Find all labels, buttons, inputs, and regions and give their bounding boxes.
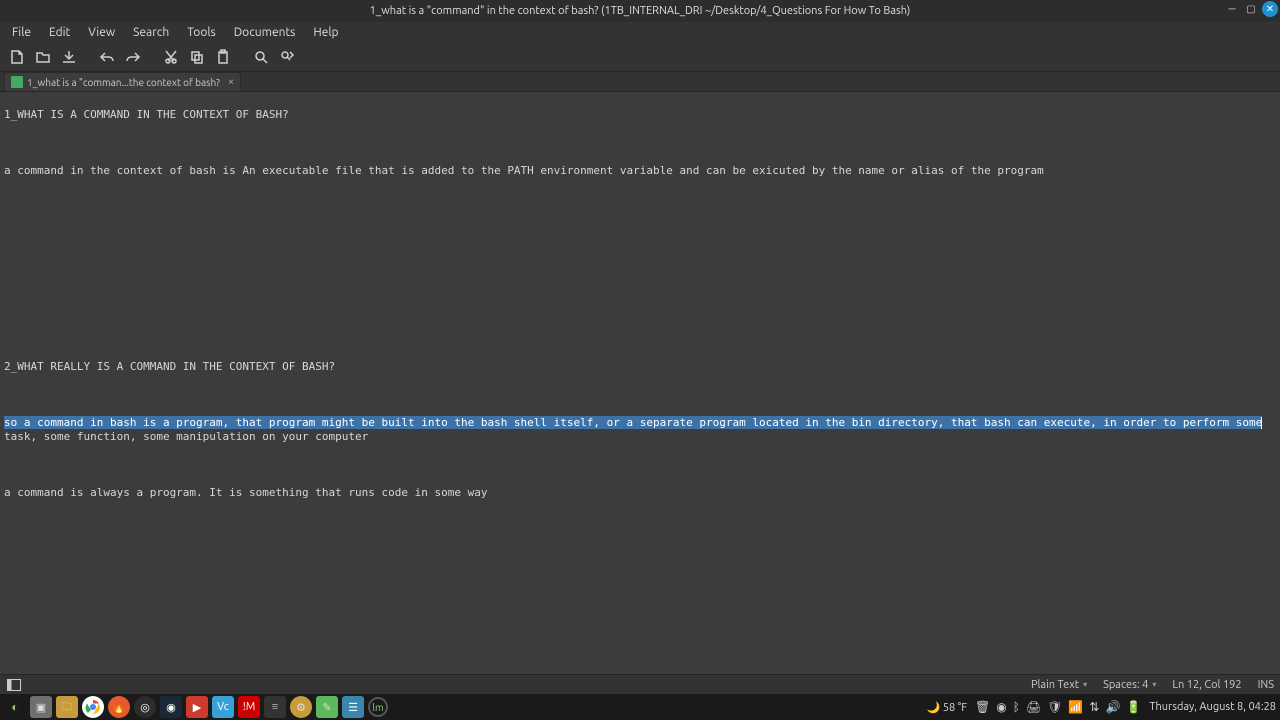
- app-youtube-icon[interactable]: ▶: [186, 696, 208, 718]
- document-statusbar: Plain Text▾ Spaces: 4▾ Ln 12, Col 192 IN…: [0, 674, 1280, 694]
- toolbar: [0, 42, 1280, 72]
- editor-line: a command is always a program. It is som…: [4, 486, 1276, 500]
- app-terminal-icon[interactable]: ▣: [30, 696, 52, 718]
- editor-line: [4, 192, 1276, 206]
- copy-icon[interactable]: [186, 46, 208, 68]
- shield-icon[interactable]: 🛡: [1047, 700, 1062, 714]
- editor-text: task, some function, some manipulation o…: [4, 430, 368, 443]
- editor-line: [4, 388, 1276, 402]
- text-caret: [1261, 417, 1262, 429]
- app-chrome-icon[interactable]: [82, 696, 104, 718]
- open-file-icon[interactable]: [32, 46, 54, 68]
- editor-line: 2_WHAT REALLY IS A COMMAND IN THE CONTEX…: [4, 360, 1276, 374]
- new-file-icon[interactable]: [6, 46, 28, 68]
- menu-tools[interactable]: Tools: [179, 24, 224, 41]
- cursor-position[interactable]: Ln 12, Col 192: [1172, 679, 1241, 691]
- redo-icon[interactable]: [122, 46, 144, 68]
- chevron-down-icon: ▾: [1083, 680, 1087, 689]
- app-settings-icon[interactable]: ⚙: [290, 696, 312, 718]
- wifi-icon[interactable]: 📶: [1068, 700, 1083, 714]
- close-button[interactable]: ✕: [1262, 1, 1278, 17]
- editor-line: [4, 220, 1276, 234]
- system-tray: 🗑 ◉ ᛒ 🖨 🛡 📶 ⇅ 🔊 🔋: [975, 700, 1141, 714]
- app-htop-icon[interactable]: ≡: [264, 696, 286, 718]
- app-nomachine-icon[interactable]: !M: [238, 696, 260, 718]
- editor-line: [4, 248, 1276, 262]
- app-editor-icon[interactable]: ✎: [316, 696, 338, 718]
- menu-edit[interactable]: Edit: [41, 24, 78, 41]
- menu-help[interactable]: Help: [305, 24, 346, 41]
- record-icon[interactable]: ◉: [996, 700, 1006, 714]
- weather-widget[interactable]: 🌙 58 °F: [927, 701, 968, 714]
- editor-line: [4, 136, 1276, 150]
- start-menu-icon[interactable]: ◐: [4, 696, 26, 718]
- printer-icon[interactable]: 🖨: [1026, 700, 1041, 714]
- document-tab[interactable]: 1_what is a "comman...the context of bas…: [4, 72, 241, 91]
- save-icon[interactable]: [58, 46, 80, 68]
- editor-line: [4, 332, 1276, 346]
- side-panel-toggle[interactable]: [6, 678, 22, 692]
- taskbar: ◐ ▣ 🗀 🔥 ◎ ◉ ▶ Vc !M ≡ ⚙ ✎ ☰ lm 🌙 58 °F 🗑…: [0, 694, 1280, 720]
- syntax-selector[interactable]: Plain Text▾: [1031, 679, 1087, 691]
- chevron-down-icon: ▾: [1152, 680, 1156, 689]
- window-titlebar: 1_what is a "command" in the context of …: [0, 0, 1280, 22]
- window-controls: ─ ▢ ✕: [1224, 1, 1278, 17]
- app-steam-icon[interactable]: ◉: [160, 696, 182, 718]
- app-vnc-icon[interactable]: Vc: [212, 696, 234, 718]
- app-firefox-icon[interactable]: 🔥: [108, 696, 130, 718]
- maximize-button[interactable]: ▢: [1243, 1, 1259, 17]
- battery-icon[interactable]: 🔋: [1126, 700, 1141, 714]
- app-mint-icon[interactable]: lm: [368, 697, 388, 717]
- editor-line: [4, 304, 1276, 318]
- network-icon[interactable]: ⇅: [1089, 700, 1099, 714]
- selected-text: so a command in bash is a program, that …: [4, 416, 1262, 429]
- paste-icon[interactable]: [212, 46, 234, 68]
- editor-line: a command in the context of bash is An e…: [4, 164, 1276, 178]
- menu-search[interactable]: Search: [125, 24, 177, 41]
- undo-icon[interactable]: [96, 46, 118, 68]
- trash-icon[interactable]: 🗑: [975, 700, 990, 714]
- insert-mode[interactable]: INS: [1258, 679, 1274, 691]
- minimize-button[interactable]: ─: [1224, 1, 1240, 17]
- volume-icon[interactable]: 🔊: [1105, 700, 1120, 714]
- menu-view[interactable]: View: [80, 24, 123, 41]
- app-obs-icon[interactable]: ◎: [134, 696, 156, 718]
- bluetooth-icon[interactable]: ᛒ: [1013, 701, 1020, 714]
- indent-selector[interactable]: Spaces: 4▾: [1103, 679, 1156, 691]
- document-icon: [11, 76, 23, 88]
- text-editor[interactable]: 1_WHAT IS A COMMAND IN THE CONTEXT OF BA…: [0, 92, 1280, 674]
- cut-icon[interactable]: [160, 46, 182, 68]
- editor-line: so a command in bash is a program, that …: [4, 416, 1276, 444]
- menubar: File Edit View Search Tools Documents He…: [0, 22, 1280, 42]
- editor-line: 1_WHAT IS A COMMAND IN THE CONTEXT OF BA…: [4, 108, 1276, 122]
- app-files-icon[interactable]: 🗀: [56, 696, 78, 718]
- tab-close-icon[interactable]: ×: [228, 76, 234, 88]
- tab-bar: 1_what is a "comman...the context of bas…: [0, 72, 1280, 92]
- clock[interactable]: Thursday, August 8, 04:28: [1149, 701, 1276, 713]
- tab-label: 1_what is a "comman...the context of bas…: [27, 77, 220, 88]
- editor-line: [4, 276, 1276, 290]
- app-text-editor-icon[interactable]: ☰: [342, 696, 364, 718]
- search-icon[interactable]: [250, 46, 272, 68]
- find-replace-icon[interactable]: [276, 46, 298, 68]
- menu-file[interactable]: File: [4, 24, 39, 41]
- window-title: 1_what is a "command" in the context of …: [370, 5, 911, 17]
- menu-documents[interactable]: Documents: [226, 24, 304, 41]
- editor-line: [4, 458, 1276, 472]
